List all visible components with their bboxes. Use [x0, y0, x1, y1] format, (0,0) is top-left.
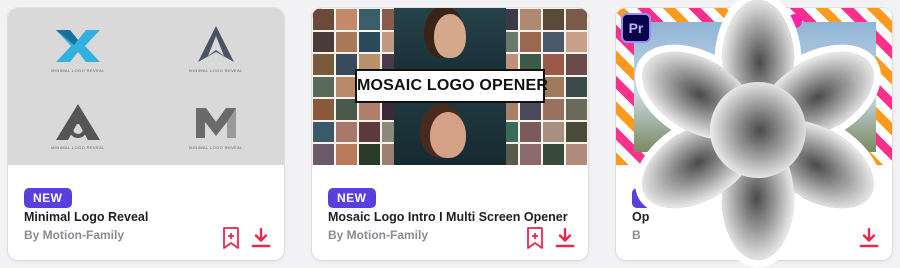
logo-caption: MINIMAL LOGO REVEAL: [51, 68, 105, 73]
card-title[interactable]: Minimal Logo Reveal: [24, 210, 148, 224]
card-thumbnail[interactable]: MINIMAL LOGO REVEAL MINIMAL LOGO REVEAL …: [8, 8, 284, 165]
card-info: NEW Minimal Logo Reveal By Motion-Family: [8, 165, 284, 260]
m-logo: [196, 108, 236, 138]
hero-photo-top: [394, 8, 506, 72]
logo-caption: MINIMAL LOGO REVEAL: [189, 145, 243, 150]
thumbnail-banner: MOSAIC LOGO OPENER: [357, 71, 548, 101]
a-logo: [198, 26, 234, 62]
card-info: NEW Mosaic Logo Intro I Multi Screen Ope…: [312, 165, 588, 260]
new-badge: NEW: [328, 188, 376, 208]
template-card[interactable]: MINIMAL LOGO REVEAL MINIMAL LOGO REVEAL …: [8, 8, 284, 260]
card-thumbnail[interactable]: MOSAIC LOGO OPENER: [312, 8, 588, 165]
hero-photo-bottom: [394, 101, 506, 165]
download-icon[interactable]: [553, 226, 577, 250]
logo-caption: MINIMAL LOGO REVEAL: [189, 68, 243, 73]
logo-caption: MINIMAL LOGO REVEAL: [51, 145, 105, 150]
loading-spinner-icon: [635, 0, 881, 268]
x-logo: [56, 30, 100, 62]
card-author[interactable]: By Motion-Family: [328, 228, 428, 242]
card-title[interactable]: Mosaic Logo Intro I Multi Screen Opener: [328, 210, 568, 224]
triangle-logo: [56, 104, 100, 140]
download-icon[interactable]: [249, 226, 273, 250]
template-card[interactable]: MOSAIC LOGO OPENER NEW Mosaic Logo Intro…: [312, 8, 588, 260]
card-author[interactable]: By Motion-Family: [24, 228, 124, 242]
bookmark-plus-icon[interactable]: [219, 226, 243, 250]
new-badge: NEW: [24, 188, 72, 208]
bookmark-plus-icon[interactable]: [523, 226, 547, 250]
